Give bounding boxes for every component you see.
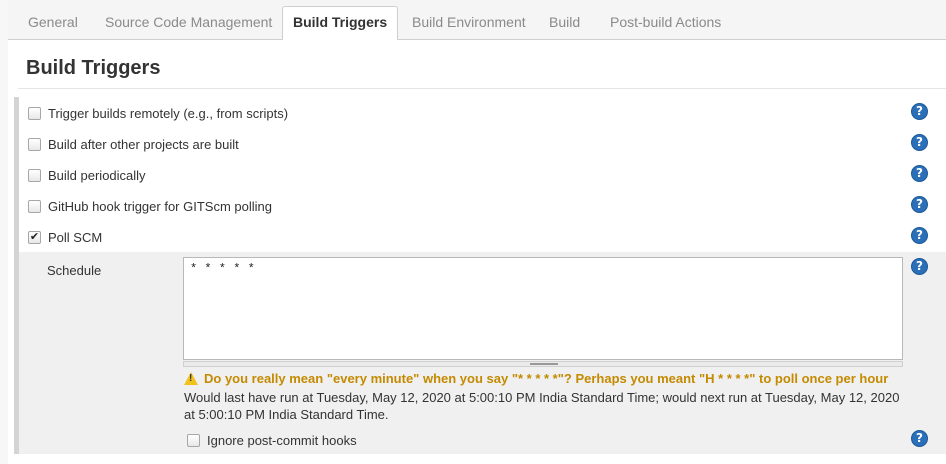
github-hook-row: GitHub hook trigger for GITScm polling: [28, 196, 272, 216]
poll-scm-row: ✔ Poll SCM: [28, 227, 102, 247]
help-icon[interactable]: ?: [911, 430, 928, 447]
schedule-warning: Do you really mean "every minute" when y…: [184, 371, 888, 386]
build-after-other-row: Build after other projects are built: [28, 134, 239, 154]
poll-scm-checkbox[interactable]: ✔: [28, 230, 41, 244]
help-icon[interactable]: ?: [911, 258, 928, 275]
help-icon[interactable]: ?: [911, 196, 928, 213]
grip-icon: [530, 363, 558, 365]
github-hook-checkbox[interactable]: [28, 199, 41, 213]
ignore-hooks-label: Ignore post-commit hooks: [207, 432, 357, 448]
ignore-hooks-checkbox[interactable]: [187, 433, 200, 447]
build-after-other-label: Build after other projects are built: [48, 136, 239, 152]
textarea-resize-bar[interactable]: [183, 361, 903, 367]
warning-icon: [184, 372, 198, 385]
schedule-warning-text: Do you really mean "every minute" when y…: [204, 371, 889, 386]
ignore-hooks-row: Ignore post-commit hooks: [187, 430, 357, 450]
build-periodically-checkbox[interactable]: [28, 168, 41, 182]
tab-build-environment[interactable]: Build Environment: [402, 7, 536, 40]
tab-post-build-actions[interactable]: Post-build Actions: [600, 7, 731, 40]
build-after-other-checkbox[interactable]: [28, 137, 41, 151]
poll-scm-label: Poll SCM: [48, 229, 103, 245]
config-tab-bar: General Source Code Management Build Tri…: [8, 0, 946, 41]
tab-source-code-management[interactable]: Source Code Management: [95, 7, 282, 40]
schedule-label: Schedule: [47, 263, 102, 278]
schedule-run-info: Would last have run at Tuesday, May 12, …: [184, 390, 900, 422]
section-title: Build Triggers: [26, 57, 161, 79]
help-icon[interactable]: ?: [911, 103, 928, 120]
trigger-remote-label: Trigger builds remotely (e.g., from scri…: [48, 105, 289, 121]
help-icon[interactable]: ?: [911, 165, 928, 182]
section-divider: [18, 88, 946, 89]
github-hook-label: GitHub hook trigger for GITScm polling: [48, 198, 272, 214]
schedule-textarea[interactable]: * * * * *: [183, 257, 903, 360]
trigger-remote-row: Trigger builds remotely (e.g., from scri…: [28, 103, 288, 123]
checkmark-icon: ✔: [29, 230, 40, 243]
tab-build-triggers[interactable]: Build Triggers: [282, 6, 399, 41]
build-periodically-row: Build periodically: [28, 165, 146, 185]
help-icon[interactable]: ?: [911, 227, 928, 244]
trigger-remote-checkbox[interactable]: [28, 106, 41, 120]
help-icon[interactable]: ?: [911, 134, 928, 151]
build-periodically-label: Build periodically: [48, 167, 146, 183]
tab-build[interactable]: Build: [539, 7, 590, 40]
tab-general[interactable]: General: [18, 7, 88, 40]
